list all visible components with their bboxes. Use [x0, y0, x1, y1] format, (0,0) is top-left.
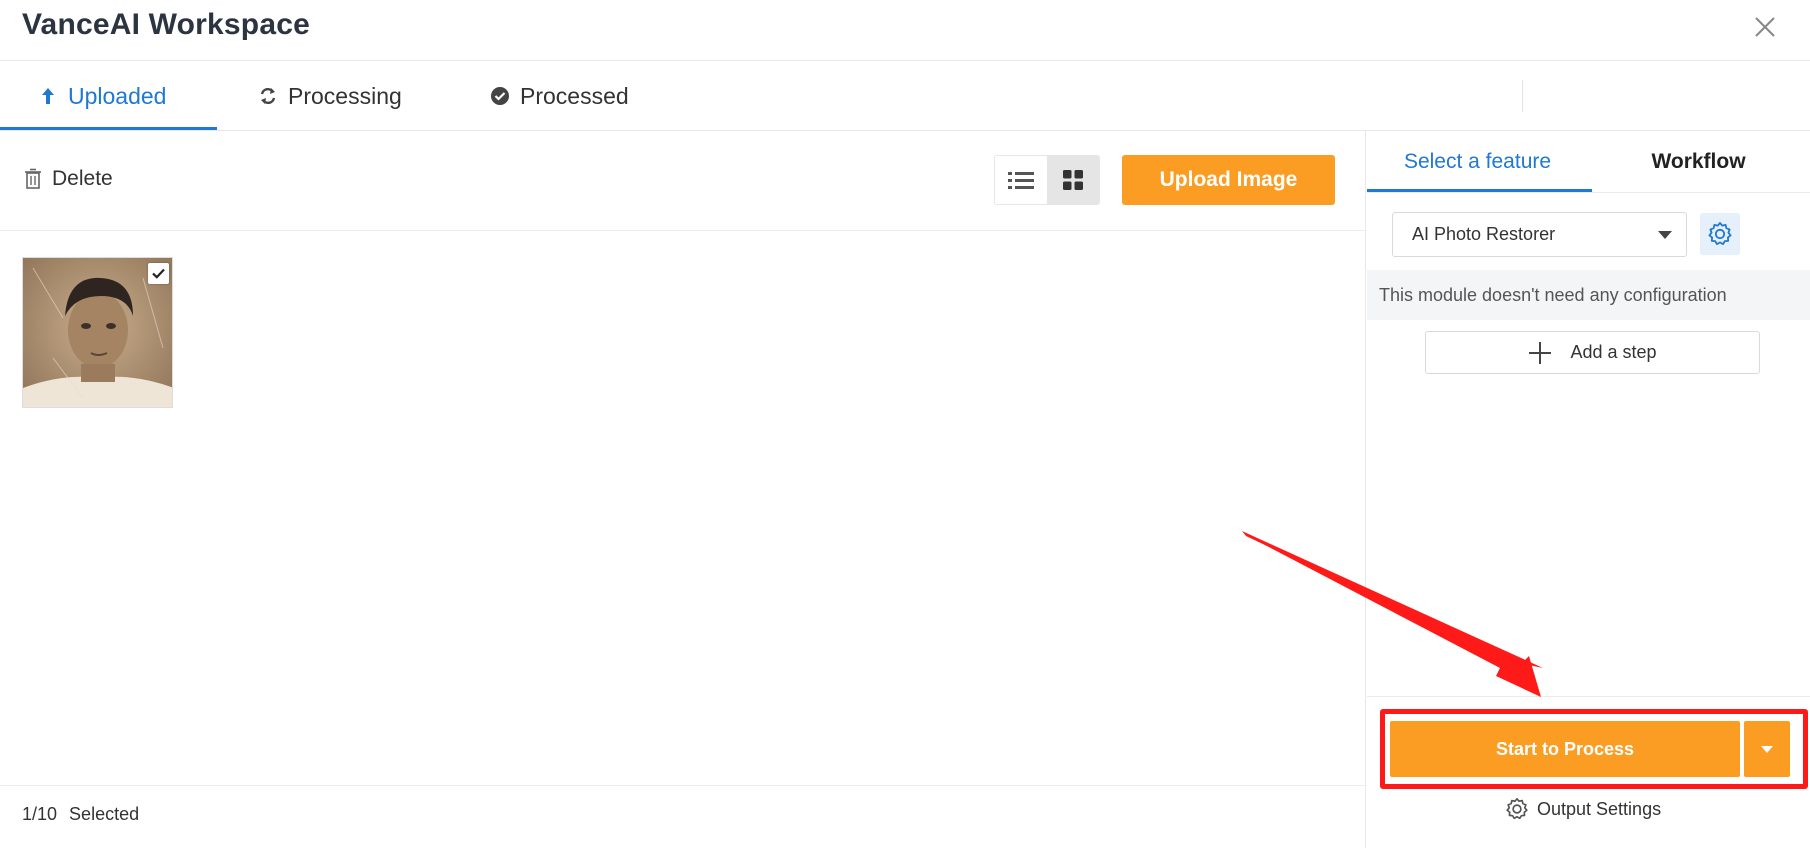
selection-count: 1/10 Selected — [22, 804, 151, 825]
delete-button[interactable]: Delete — [24, 167, 113, 191]
feature-sidebar: Select a feature Workflow AI Photo Resto… — [1367, 131, 1810, 848]
start-to-process-button[interactable]: Start to Process — [1390, 721, 1740, 777]
upload-image-button[interactable]: Upload Image — [1122, 155, 1335, 205]
add-step-label: Add a step — [1570, 342, 1657, 362]
tab-select-feature[interactable]: Select a feature — [1367, 131, 1588, 193]
sidebar-tab-indicator — [1367, 189, 1592, 192]
config-note: This module doesn't need any configurati… — [1367, 270, 1810, 320]
list-view-button[interactable] — [995, 156, 1047, 204]
check-circle-icon — [491, 87, 509, 105]
image-thumbnail[interactable] — [22, 257, 173, 408]
plus-icon — [1529, 341, 1552, 364]
tab-processed[interactable]: Processed — [490, 61, 629, 131]
delete-label: Delete — [52, 167, 113, 190]
grid-icon — [1063, 170, 1083, 190]
checkmark-icon — [152, 268, 165, 279]
list-icon — [1008, 172, 1034, 189]
output-settings-label: Output Settings — [1537, 798, 1662, 819]
count-label: Selected — [69, 804, 140, 824]
feature-dropdown-value: AI Photo Restorer — [1412, 224, 1556, 244]
tab-uploaded-label: Uploaded — [68, 82, 167, 109]
app-title: VanceAI Workspace — [22, 8, 310, 41]
active-tab-indicator — [0, 127, 217, 130]
close-icon[interactable] — [1750, 12, 1780, 42]
tab-divider — [1522, 80, 1523, 112]
add-step-button[interactable]: Add a step — [1425, 331, 1760, 374]
chevron-down-icon — [1658, 231, 1672, 239]
view-toggle — [994, 155, 1100, 205]
tab-processed-label: Processed — [520, 82, 629, 109]
toolbar: Delete Upload Image — [0, 131, 1366, 231]
refresh-icon — [260, 87, 276, 105]
tab-processing[interactable]: Processing — [258, 61, 402, 131]
gear-icon — [1708, 222, 1732, 245]
gear-icon — [1506, 798, 1528, 820]
main-panel: Delete Upload Image 1/10 Selected — [0, 131, 1366, 848]
count-value: 1/10 — [22, 804, 58, 824]
feature-dropdown[interactable]: AI Photo Restorer — [1392, 212, 1687, 257]
tab-processing-label: Processing — [288, 82, 402, 109]
trash-icon — [25, 168, 41, 189]
selection-checkbox[interactable] — [148, 263, 169, 284]
upload-arrow-icon — [42, 88, 54, 104]
start-options-dropdown[interactable] — [1744, 721, 1790, 777]
tab-workflow[interactable]: Workflow — [1588, 131, 1809, 193]
tab-uploaded[interactable]: Uploaded — [38, 61, 166, 131]
selection-footer: 1/10 Selected — [0, 785, 1366, 848]
feature-settings-button[interactable] — [1700, 213, 1740, 255]
sidebar-divider — [1367, 696, 1810, 697]
caret-down-icon — [1761, 745, 1773, 753]
main-tabs: Uploaded Processing Processed — [0, 61, 1810, 131]
header: VanceAI Workspace — [0, 0, 1810, 61]
grid-view-button[interactable] — [1047, 156, 1099, 204]
sidebar-tabs: Select a feature Workflow — [1367, 131, 1810, 193]
output-settings-link[interactable]: Output Settings — [1505, 797, 1661, 821]
